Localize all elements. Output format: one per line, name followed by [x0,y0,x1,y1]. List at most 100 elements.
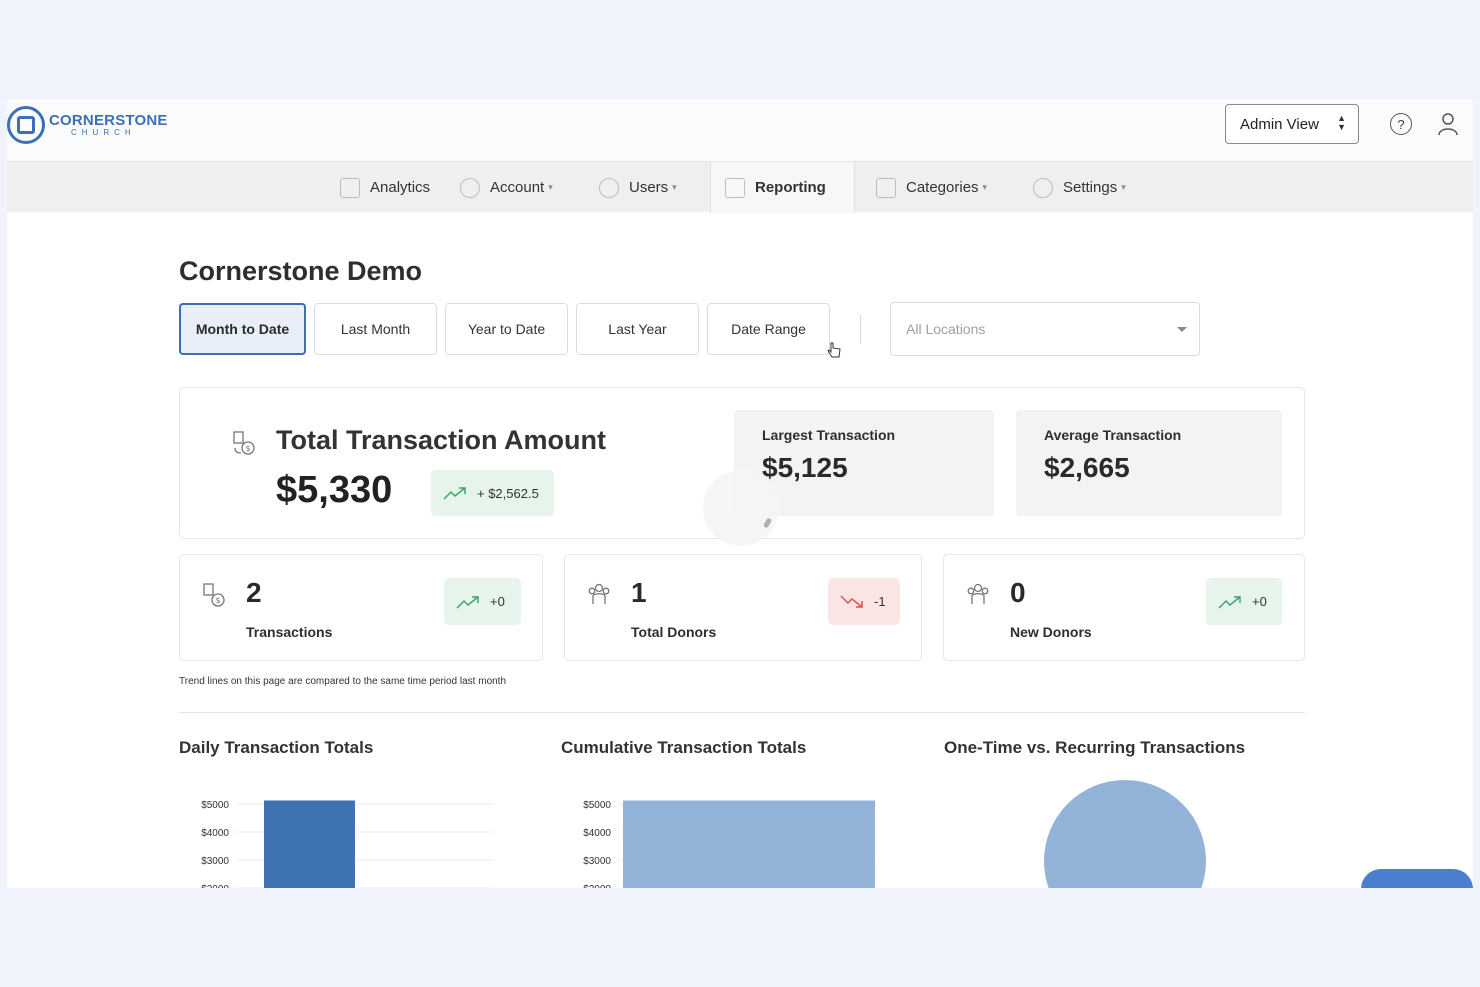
chat-button[interactable] [1361,869,1473,888]
filter-date-range[interactable]: Date Range [707,303,830,355]
nav-settings-label: Settings [1063,179,1118,196]
analytics-icon [340,177,360,198]
nav-account[interactable]: Account ▾ [460,162,553,213]
caret-down-icon [1177,327,1187,332]
average-transaction-card: Average Transaction $2,665 [1016,410,1282,516]
up-down-arrows-icon: ▲ ▼ [1337,113,1346,132]
nav-reporting[interactable]: Reporting [710,162,855,213]
top-bar: CORNERSTONE CHURCH Admin View ▲ ▼ ? [7,99,1473,161]
chevron-down-icon: ▾ [982,182,988,192]
total-donors-count: 1 [631,577,647,608]
nav-analytics-label: Analytics [370,179,431,196]
average-transaction-label: Average Transaction [1044,427,1182,443]
filter-month-to-date[interactable]: Month to Date [179,303,306,355]
y-tick-label: $5000 [201,800,229,811]
settings-icon [1033,177,1053,198]
new-donors-trend-value: +0 [1252,594,1267,609]
trend-down-icon [840,594,863,608]
total-transaction-value: $5,330 [276,469,393,511]
logo-subtitle: CHURCH [71,128,136,137]
chevron-down-icon: ▾ [548,182,553,192]
average-transaction-value: $2,665 [1044,452,1130,483]
nav-settings[interactable]: Settings ▾ [1033,162,1126,213]
app-window: CORNERSTONE CHURCH Admin View ▲ ▼ ? Analy… [7,99,1473,888]
nav-reporting-label: Reporting [755,179,826,196]
y-tick-label: $2000 [201,884,229,888]
total-donors-trend-badge: -1 [828,578,900,625]
largest-transaction-label: Largest Transaction [762,427,896,443]
total-donors-card: 1 Total Donors -1 [564,554,922,661]
location-select[interactable]: All Locations [890,302,1200,356]
trend-up-icon [443,487,466,500]
donors-group-icon [967,583,989,604]
chevron-down-icon: ▾ [672,182,677,192]
main-nav: Analytics Account ▾ Users ▾ Reporting Ca… [7,161,1473,213]
location-select-placeholder: All Locations [906,321,986,337]
y-tick-label: $3000 [583,856,611,867]
y-tick-label: $2000 [583,884,611,888]
admin-view-label: Admin View [1240,115,1319,133]
filter-divider [860,314,861,344]
cumulative-transaction-chart: $5000 $4000 $3000 $2000 [583,800,876,888]
logo[interactable]: CORNERSTONE CHURCH [7,106,168,144]
donors-group-icon [588,583,610,604]
nav-account-label: Account [490,179,545,196]
nav-analytics[interactable]: Analytics [340,162,430,213]
admin-view-select[interactable]: Admin View ▲ ▼ [1225,104,1359,144]
total-transaction-card: $ Total Transaction Amount $5,330 + $2,5… [179,387,1305,546]
new-donors-count: 0 [1010,577,1026,608]
page-title: Cornerstone Demo [179,256,423,286]
transactions-trend-value: +0 [490,594,505,609]
new-donors-label: New Donors [1010,624,1092,640]
transactions-trend-badge: +0 [444,578,521,625]
transaction-exchange-icon: $ [233,431,255,455]
nav-users[interactable]: Users ▾ [599,162,677,213]
total-trend-value: + $2,562.5 [477,485,539,501]
nav-categories[interactable]: Categories ▾ [876,162,987,213]
bar [623,800,875,888]
transactions-count: 2 [246,577,262,608]
largest-transaction-value: $5,125 [762,452,848,483]
svg-text:$: $ [216,596,221,605]
filter-year-to-date[interactable]: Year to Date [445,303,568,355]
new-donors-trend-badge: +0 [1206,578,1282,625]
y-tick-label: $3000 [201,856,229,867]
transactions-label: Transactions [246,624,333,640]
transactions-card: $ 2 Transactions +0 [179,554,543,661]
help-icon[interactable]: ? [1390,113,1412,135]
nav-users-label: Users [629,179,669,196]
reporting-icon [725,177,745,198]
total-donors-trend-value: -1 [874,594,886,609]
section-divider [179,712,1305,713]
total-donors-label: Total Donors [631,624,717,640]
nav-categories-label: Categories [906,179,979,196]
hand-cursor-icon [827,342,841,358]
filter-last-month[interactable]: Last Month [314,303,437,355]
logo-mark-icon [7,106,45,144]
users-icon [599,177,619,198]
daily-transaction-chart: $5000 $4000 $3000 $2000 [201,800,494,888]
trend-up-icon [456,595,479,609]
onetime-chart-title: One-Time vs. Recurring Transactions [944,738,1246,757]
logo-name: CORNERSTONE [49,112,168,129]
filter-last-year[interactable]: Last Year [576,303,699,355]
cumulative-chart-title: Cumulative Transaction Totals [561,738,807,757]
trend-note: Trend lines on this page are compared to… [179,676,507,687]
onetime-recurring-chart [1044,780,1206,888]
bar [264,800,355,888]
loading-spinner [703,470,779,546]
trend-up-icon [1218,595,1241,609]
total-trend-badge: + $2,562.5 [431,470,554,516]
daily-chart-title: Daily Transaction Totals [179,738,374,757]
new-donors-card: 0 New Donors +0 [943,554,1305,661]
svg-text:$: $ [246,444,251,453]
y-tick-label: $4000 [201,828,229,839]
chevron-down-icon: ▾ [1121,182,1126,192]
user-icon[interactable] [1438,112,1458,136]
categories-icon [876,177,896,198]
total-transaction-title: Total Transaction Amount [276,425,607,455]
account-icon [460,177,480,198]
transaction-exchange-icon: $ [203,583,225,607]
y-tick-label: $5000 [583,800,611,811]
pie-slice [1044,780,1206,888]
